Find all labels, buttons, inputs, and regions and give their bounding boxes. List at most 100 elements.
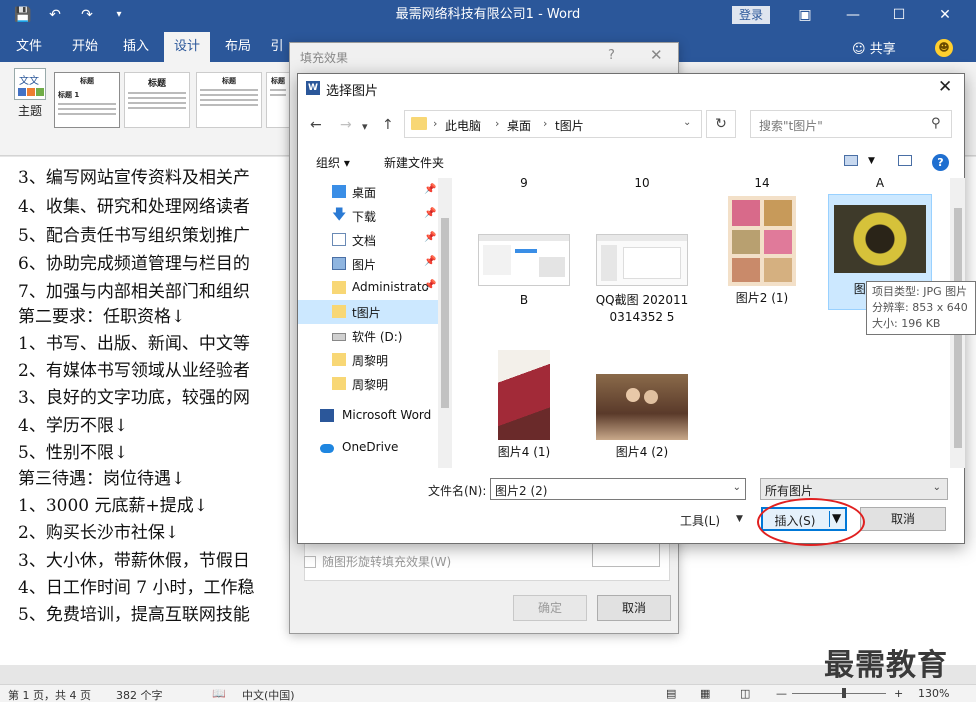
zoom-slider-track[interactable]: [792, 693, 886, 694]
style-set-2[interactable]: 标题: [124, 72, 190, 128]
chevron-down-icon[interactable]: ⌄: [683, 117, 691, 128]
redo-icon[interactable]: ↷: [78, 6, 96, 24]
minimize-icon[interactable]: —: [830, 0, 876, 32]
pin-icon: 📌: [424, 232, 437, 243]
search-input[interactable]: 搜索"t图片" ⚲: [750, 110, 952, 138]
doc-line: 4、收集、研究和处理网络读者: [18, 197, 250, 217]
customize-qat-icon[interactable]: ▾: [110, 6, 128, 24]
themes-label: 主题: [17, 104, 42, 118]
close-icon[interactable]: ✕: [922, 0, 968, 32]
search-icon[interactable]: ⚲: [931, 116, 941, 131]
style-set-1[interactable]: 标题 标题 1: [54, 72, 120, 128]
read-mode-icon[interactable]: ▤: [666, 687, 676, 700]
file-item[interactable]: QQ截图 2020110314352 5: [590, 234, 694, 326]
close-icon[interactable]: ✕: [938, 77, 952, 97]
nav-item-folder[interactable]: 周黎明: [298, 372, 438, 396]
breadcrumb-folder[interactable]: t图片: [555, 117, 584, 134]
doc-line: 3、良好的文字功底，较强的网: [18, 388, 250, 408]
undo-icon[interactable]: ↶: [46, 6, 64, 24]
nav-item-t-pictures[interactable]: t图片: [298, 300, 438, 324]
checkbox-box[interactable]: [304, 555, 316, 568]
file-item[interactable]: 图片4 (1): [472, 350, 576, 461]
preview-pane-icon[interactable]: [898, 155, 912, 166]
nav-item-desktop[interactable]: 桌面 📌: [298, 180, 438, 204]
tab-design[interactable]: 设计: [164, 32, 210, 62]
file-label-partial: 14: [754, 178, 770, 190]
breadcrumb-desktop[interactable]: 桌面: [507, 117, 531, 134]
file-item[interactable]: B: [472, 234, 576, 309]
file-label-partial: 10: [634, 178, 650, 190]
zoom-slider-thumb[interactable]: [842, 688, 846, 698]
chevron-down-icon[interactable]: ⌄: [733, 482, 741, 493]
chevron-right-icon[interactable]: ›: [543, 117, 547, 130]
scrollbar-thumb[interactable]: [441, 218, 449, 408]
zoom-out-icon[interactable]: —: [776, 687, 787, 700]
style-set-3[interactable]: 标题: [196, 72, 262, 128]
ribbon-display-icon[interactable]: ▣: [782, 0, 828, 32]
zoom-level[interactable]: 130%: [918, 687, 949, 700]
doc-line: 第二要求：任职资格↓: [18, 307, 186, 327]
nav-scrollbar[interactable]: [438, 178, 452, 468]
nav-item-pictures[interactable]: 图片 📌: [298, 252, 438, 276]
page-count[interactable]: 第 1 页，共 4 页: [8, 687, 91, 702]
file-label: 图片4 (1): [497, 445, 551, 459]
nav-item-administrator[interactable]: Administrato 📌: [298, 276, 438, 300]
nav-item-onedrive[interactable]: OneDrive: [298, 436, 438, 460]
nav-item-downloads[interactable]: 🡇 下载 📌: [298, 204, 438, 228]
web-layout-icon[interactable]: ◫: [740, 687, 750, 700]
cancel-button[interactable]: 取消: [597, 595, 671, 621]
help-icon[interactable]: ?: [932, 154, 949, 171]
file-item[interactable]: 图片2 (1): [710, 196, 814, 307]
file-thumbnail: [728, 196, 796, 286]
word-count[interactable]: 382 个字: [116, 687, 163, 702]
tab-layout[interactable]: 布局: [216, 32, 260, 62]
maximize-icon[interactable]: ☐: [876, 0, 922, 32]
tools-menu[interactable]: 工具(L): [680, 512, 720, 529]
view-options-icon[interactable]: [844, 155, 858, 166]
recent-dropdown-icon[interactable]: ▾: [362, 120, 368, 133]
chevron-down-icon[interactable]: ⌄: [933, 482, 941, 493]
login-button[interactable]: 登录: [732, 6, 770, 24]
breadcrumb-this-pc[interactable]: 此电脑: [445, 117, 481, 134]
themes-button[interactable]: 文文 主题: [10, 68, 50, 119]
refresh-icon[interactable]: ↻: [706, 110, 736, 138]
rotate-with-shape-checkbox[interactable]: 随图形旋转填充效果(W): [304, 553, 451, 570]
fill-dialog-title: 填充效果: [300, 51, 349, 65]
filetype-select[interactable]: 所有图片 ⌄: [760, 478, 948, 500]
up-arrow-icon[interactable]: ↑: [382, 117, 394, 133]
tab-references[interactable]: 引: [266, 32, 288, 62]
zoom-in-icon[interactable]: +: [894, 687, 903, 700]
feedback-smiley-icon[interactable]: ☻: [935, 39, 953, 57]
nav-item-drive-d[interactable]: 软件 (D:): [298, 324, 438, 348]
language[interactable]: 中文(中国): [242, 687, 295, 702]
back-arrow-icon[interactable]: ←: [310, 117, 322, 133]
chevron-right-icon[interactable]: ›: [433, 117, 437, 130]
tab-insert[interactable]: 插入: [114, 32, 158, 62]
tab-home[interactable]: 开始: [60, 32, 110, 62]
filename-input[interactable]: 图片2 (2) ⌄: [490, 478, 746, 500]
help-icon[interactable]: ?: [608, 48, 615, 63]
tab-file[interactable]: 文件: [6, 32, 52, 62]
doc-line: 6、协助完成频道管理与栏目的: [18, 254, 250, 274]
close-icon[interactable]: ✕: [650, 46, 663, 64]
ok-button[interactable]: 确定: [513, 595, 587, 621]
tools-dropdown-icon[interactable]: ▼: [736, 514, 743, 524]
style-set-4[interactable]: 标题: [266, 72, 290, 128]
view-dropdown-icon[interactable]: ▼: [868, 156, 875, 166]
chevron-right-icon[interactable]: ›: [495, 117, 499, 130]
file-item[interactable]: 图片4 (2): [590, 374, 694, 461]
nav-item-microsoft-word[interactable]: Microsoft Word: [298, 404, 438, 428]
proofing-icon[interactable]: 📖: [212, 687, 226, 700]
address-bar[interactable]: › 此电脑 › 桌面 › t图片 ⌄: [404, 110, 702, 138]
nav-item-folder[interactable]: 周黎明: [298, 348, 438, 372]
print-layout-icon[interactable]: ▦: [700, 687, 710, 700]
share-button[interactable]: ☺ 共享: [852, 38, 896, 57]
nav-item-documents[interactable]: 文档 📌: [298, 228, 438, 252]
word-icon: [320, 409, 334, 422]
new-folder-button[interactable]: 新建文件夹: [384, 154, 444, 171]
cancel-button[interactable]: 取消: [860, 507, 946, 531]
forward-arrow-icon[interactable]: →: [340, 117, 352, 133]
organize-button[interactable]: 组织 ▾: [316, 154, 350, 171]
save-icon[interactable]: 💾: [14, 6, 32, 24]
share-label: 共享: [869, 42, 896, 57]
